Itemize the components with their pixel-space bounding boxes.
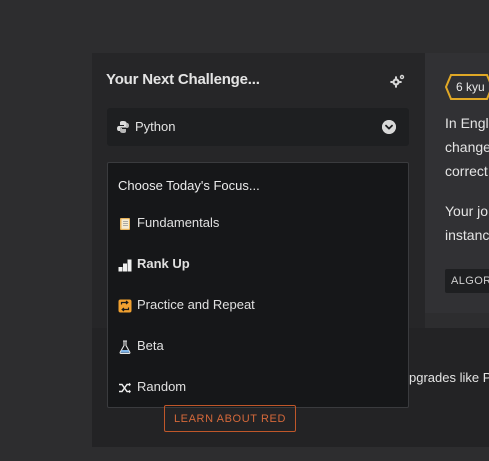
- menu-item-beta[interactable]: Beta: [118, 337, 398, 359]
- repeat-icon: [118, 299, 132, 313]
- menu-item-label: Random: [137, 379, 187, 394]
- kata-description-line: In Engl: [445, 115, 489, 131]
- menu-item-fundamentals[interactable]: Fundamentals: [118, 214, 398, 236]
- kyu-rank-badge: 6 kyu: [445, 74, 489, 100]
- kata-description-line: Your jo: [445, 203, 489, 219]
- notebook-icon: [120, 218, 130, 230]
- python-icon: [117, 121, 129, 133]
- kata-tag-label: ALGOR: [451, 275, 489, 287]
- next-challenge-title: Your Next Challenge...: [106, 71, 260, 88]
- language-select[interactable]: Python: [107, 108, 409, 146]
- gear-icon[interactable]: [390, 73, 406, 89]
- flask-icon: [119, 340, 131, 354]
- focus-menu-heading: Choose Today's Focus...: [118, 178, 260, 193]
- kyu-rank-label: 6 kyu: [456, 80, 485, 94]
- kata-description-line: instanc: [445, 227, 489, 243]
- menu-item-practice-repeat[interactable]: Practice and Repeat: [118, 296, 398, 318]
- bar-chart-icon: [118, 259, 132, 272]
- menu-item-label: Fundamentals: [137, 215, 220, 230]
- selected-language: Python: [135, 119, 176, 134]
- menu-item-random[interactable]: Random: [118, 378, 398, 400]
- menu-item-label: Beta: [137, 338, 164, 353]
- menu-item-label: Rank Up: [137, 256, 190, 271]
- kata-description-line: correct: [445, 163, 488, 179]
- menu-item-rank-up[interactable]: Rank Up: [118, 255, 398, 277]
- kata-description-line: change: [445, 139, 489, 155]
- menu-item-label: Practice and Repeat: [137, 297, 255, 312]
- focus-dropdown-menu: Choose Today's Focus... Fundamentals Ran…: [107, 162, 409, 408]
- shuffle-icon: [119, 382, 131, 394]
- promo-text: pgrades like P: [409, 370, 489, 385]
- chevron-down-icon[interactable]: [382, 120, 396, 134]
- learn-about-red-button[interactable]: LEARN ABOUT RED: [164, 405, 296, 432]
- kata-tag[interactable]: ALGOR: [445, 269, 489, 293]
